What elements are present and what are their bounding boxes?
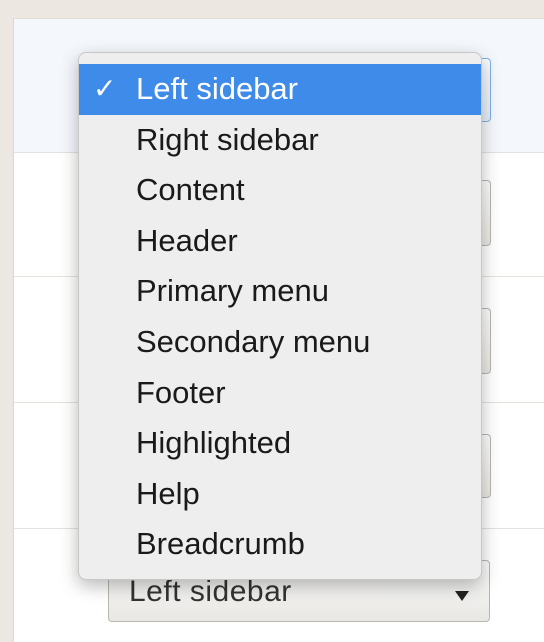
dropdown-option-header[interactable]: Header: [79, 216, 481, 267]
dropdown-option-label: Footer: [136, 374, 226, 410]
dropdown-option-label: Secondary menu: [136, 323, 371, 359]
dropdown-option-help[interactable]: Help: [79, 469, 481, 520]
dropdown-option-secondary-menu[interactable]: Secondary menu: [79, 317, 481, 368]
dropdown-option-left-sidebar[interactable]: ✓ Left sidebar: [79, 64, 481, 115]
dropdown-option-label: Left sidebar: [136, 71, 298, 106]
dropdown-option-primary-menu[interactable]: Primary menu: [79, 266, 481, 317]
dropdown-option-label: Primary menu: [136, 273, 329, 309]
region-select-value: Left sidebar: [129, 575, 292, 608]
dropdown-option-highlighted[interactable]: Highlighted: [79, 418, 481, 469]
dropdown-option-breadcrumb[interactable]: Breadcrumb: [79, 519, 481, 570]
dropdown-option-right-sidebar[interactable]: Right sidebar: [79, 115, 481, 166]
dropdown-option-label: Content: [136, 172, 245, 208]
dropdown-option-label: Highlighted: [136, 425, 292, 461]
dropdown-option-label: Right sidebar: [136, 121, 319, 157]
dropdown-option-label: Breadcrumb: [136, 526, 305, 562]
dropdown-option-content[interactable]: Content: [79, 165, 481, 216]
dropdown-option-label: Header: [136, 222, 238, 258]
chevron-down-icon: [455, 591, 469, 601]
dropdown-option-label: Help: [136, 475, 200, 511]
dropdown-option-footer[interactable]: Footer: [79, 368, 481, 419]
region-dropdown-menu: ✓ Left sidebar Right sidebar Content Hea…: [78, 52, 482, 580]
checkmark-icon: ✓: [93, 73, 117, 104]
